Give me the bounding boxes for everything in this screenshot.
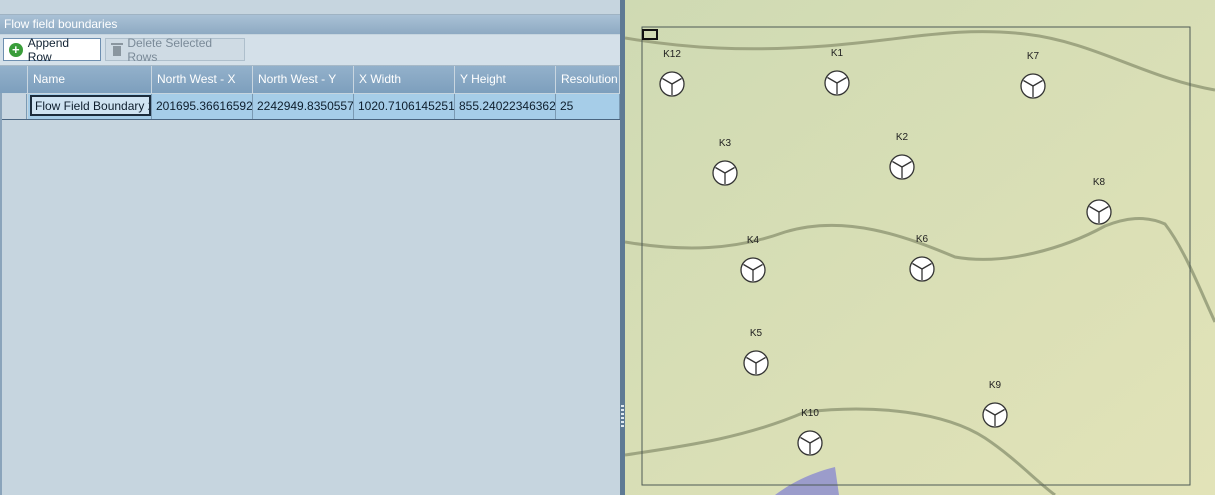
delete-selected-rows-button[interactable]: Delete Selected Rows xyxy=(105,35,245,64)
row-selector[interactable] xyxy=(0,94,27,119)
column-header-x-width[interactable]: X Width xyxy=(354,66,455,93)
column-header-y-height[interactable]: Y Height xyxy=(455,66,556,93)
trash-icon xyxy=(111,42,124,57)
cell-name-value: Flow Field Boundary 2 xyxy=(30,95,151,116)
panel-title: Flow field boundaries xyxy=(0,15,620,34)
column-header-name[interactable]: Name xyxy=(28,66,152,93)
toolbar: + Append Row Delete Selected Rows xyxy=(0,35,620,66)
cell-resolution[interactable]: 25 xyxy=(556,94,620,119)
map-view[interactable]: K12 K1 K7 K3 K2 K8 K4 K6 K5 K9 K10 xyxy=(625,0,1215,495)
row-selector-header xyxy=(0,66,28,93)
splitter-grip-icon[interactable] xyxy=(621,405,624,429)
column-header-north-west-y[interactable]: North West - Y xyxy=(253,66,354,93)
turbine-label: K10 xyxy=(801,408,819,419)
top-strip xyxy=(0,0,620,15)
turbine-label: K3 xyxy=(719,138,732,149)
turbine-label: K12 xyxy=(663,49,681,60)
cell-north-west-y[interactable]: 2242949.83505579 xyxy=(253,94,354,119)
turbine-label: K4 xyxy=(747,235,760,246)
turbine-label: K1 xyxy=(831,48,844,59)
turbine-label: K8 xyxy=(1093,177,1106,188)
cell-north-west-x[interactable]: 201695.366165927 xyxy=(152,94,253,119)
cell-name[interactable]: Flow Field Boundary 2 xyxy=(28,94,152,119)
append-row-label: Append Row xyxy=(27,35,70,64)
turbine-label: K9 xyxy=(989,380,1002,391)
flow-field-panel: Flow field boundaries + Append Row Delet… xyxy=(0,0,620,495)
grid-left-edge xyxy=(0,93,2,495)
plus-icon: + xyxy=(9,42,23,57)
column-header-resolution[interactable]: Resolution xyxy=(556,66,620,93)
append-row-button[interactable]: + Append Row xyxy=(3,35,101,64)
turbine-label: K5 xyxy=(750,328,763,339)
turbine-label: K6 xyxy=(916,234,929,245)
turbine-label: K2 xyxy=(896,132,909,143)
cell-y-height[interactable]: 855.240223463625 xyxy=(455,94,556,119)
column-header-north-west-x[interactable]: North West - X xyxy=(152,66,253,93)
delete-rows-label: Delete Selected Rows xyxy=(127,35,213,64)
map-canvas[interactable]: K12 K1 K7 K3 K2 K8 K4 K6 K5 K9 K10 xyxy=(625,0,1215,495)
turbine-label: K7 xyxy=(1027,51,1040,62)
row-divider xyxy=(0,119,620,120)
cell-x-width[interactable]: 1020.71061452513 xyxy=(354,94,455,119)
